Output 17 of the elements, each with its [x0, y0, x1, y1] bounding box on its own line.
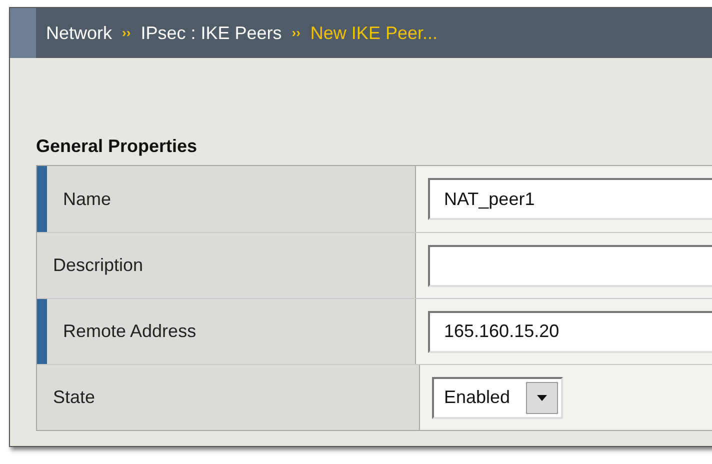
- required-marker: [37, 166, 47, 232]
- field-label: Description: [53, 254, 144, 277]
- text-field[interactable]: 165.160.15.20: [428, 310, 712, 352]
- section-title: General Properties: [36, 135, 198, 158]
- text-field[interactable]: NAT_peer1: [428, 178, 712, 220]
- text-field[interactable]: [428, 244, 712, 286]
- dropdown-caret-icon[interactable]: [526, 382, 558, 414]
- field-label: Name: [63, 188, 112, 210]
- field-label: Remote Address: [63, 320, 196, 343]
- state-dropdown[interactable]: Enabled: [432, 376, 564, 418]
- required-marker: [37, 299, 47, 364]
- field-label: State: [53, 386, 96, 409]
- breadcrumb-item[interactable]: IPsec : IKE Peers: [140, 20, 282, 46]
- breadcrumb-item: New IKE Peer...: [310, 22, 438, 44]
- breadcrumb-separator: ››: [122, 24, 131, 42]
- breadcrumb-item[interactable]: Network: [46, 20, 112, 46]
- breadcrumb-separator: ››: [292, 24, 300, 42]
